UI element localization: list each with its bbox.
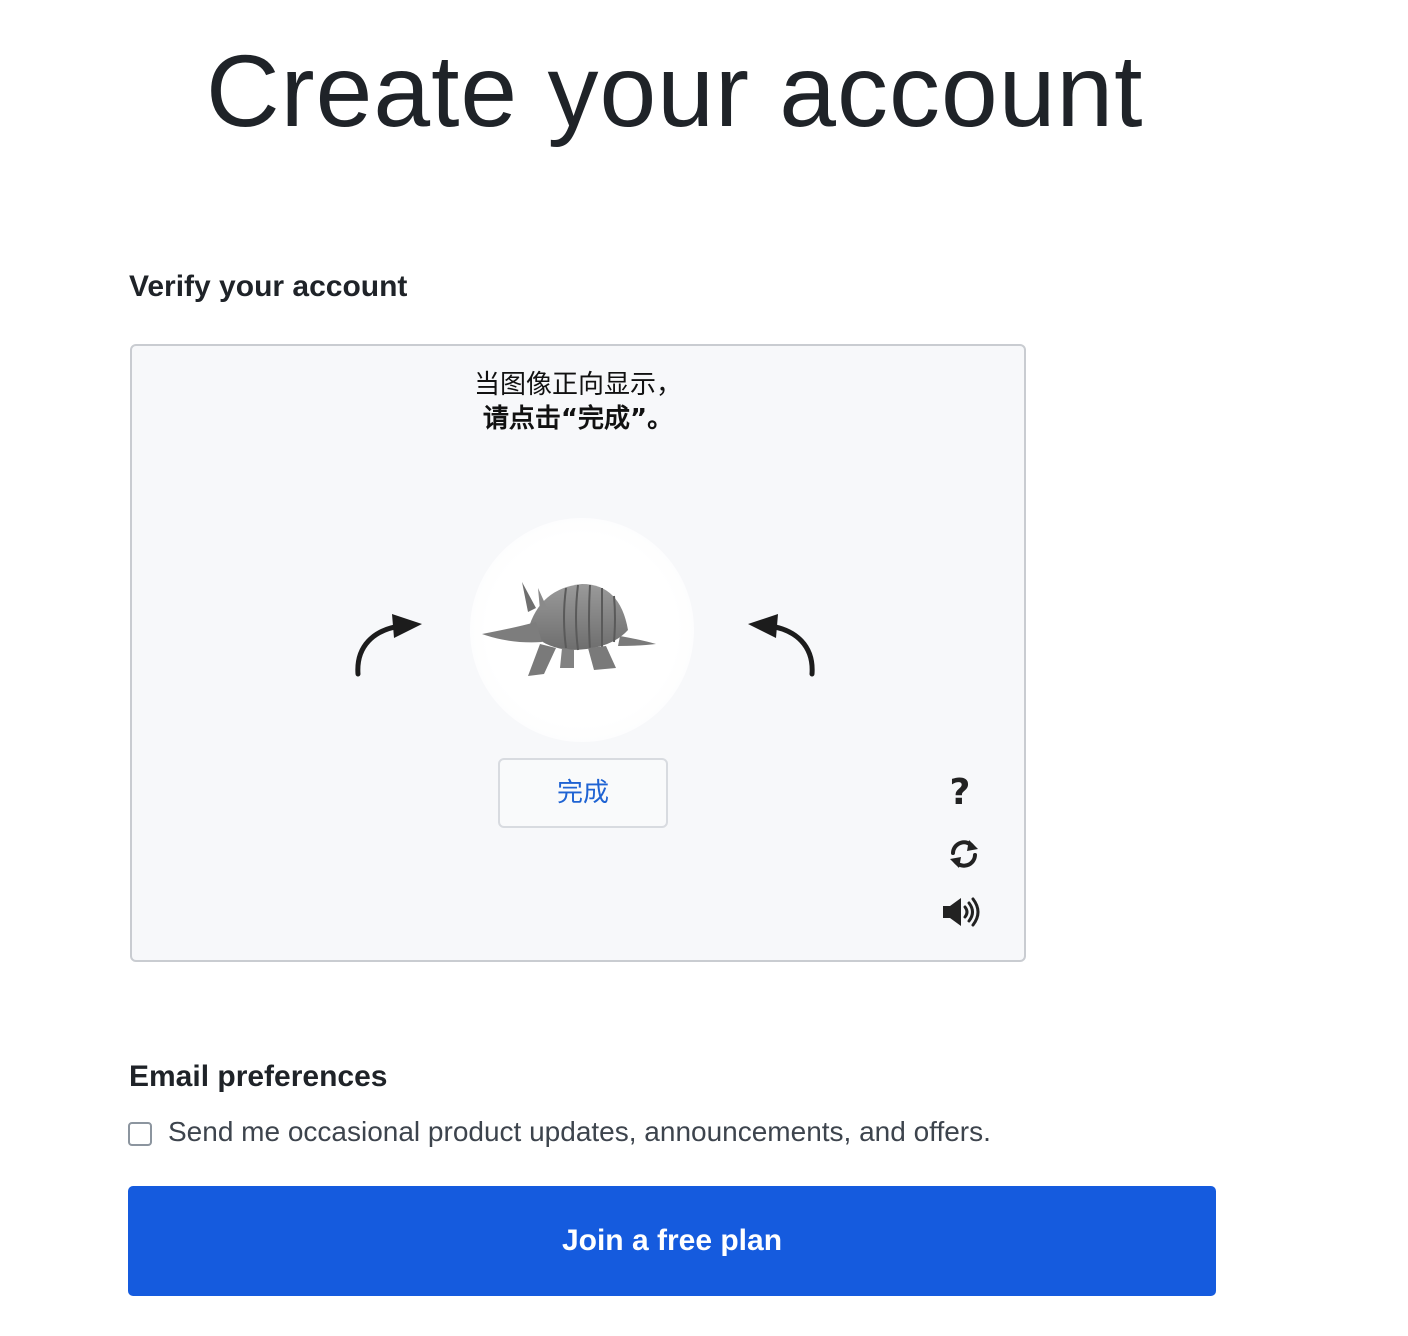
speaker-icon[interactable] (940, 890, 984, 934)
captcha-instruction-line-1: 当图像正向显示， (473, 370, 682, 400)
curved-arrow-right-icon[interactable] (742, 608, 822, 685)
verify-heading: Verify your account (129, 270, 408, 303)
curved-arrow-left-icon[interactable] (348, 608, 428, 685)
captcha-animal-image (470, 518, 694, 742)
email-opt-in-checkbox[interactable] (128, 1122, 152, 1146)
email-opt-in-label[interactable]: Send me occasional product updates, anno… (168, 1116, 991, 1148)
captcha-instruction-line-2: 请点击“完成”。 (482, 404, 674, 434)
refresh-icon[interactable] (942, 832, 986, 876)
email-preferences-heading: Email preferences (129, 1060, 388, 1093)
captcha-instructions: 当图像正向显示， 请点击“完成”。 (132, 368, 1024, 436)
join-free-plan-button[interactable]: Join a free plan (128, 1186, 1216, 1296)
page-title: Create your account (206, 34, 1144, 148)
signup-page: Create your account Verify your account … (0, 0, 1408, 1336)
captcha-panel: 当图像正向显示， 请点击“完成”。 完成 ? (130, 344, 1026, 962)
captcha-done-button[interactable]: 完成 (498, 758, 668, 828)
question-mark-icon[interactable]: ? (938, 770, 982, 814)
